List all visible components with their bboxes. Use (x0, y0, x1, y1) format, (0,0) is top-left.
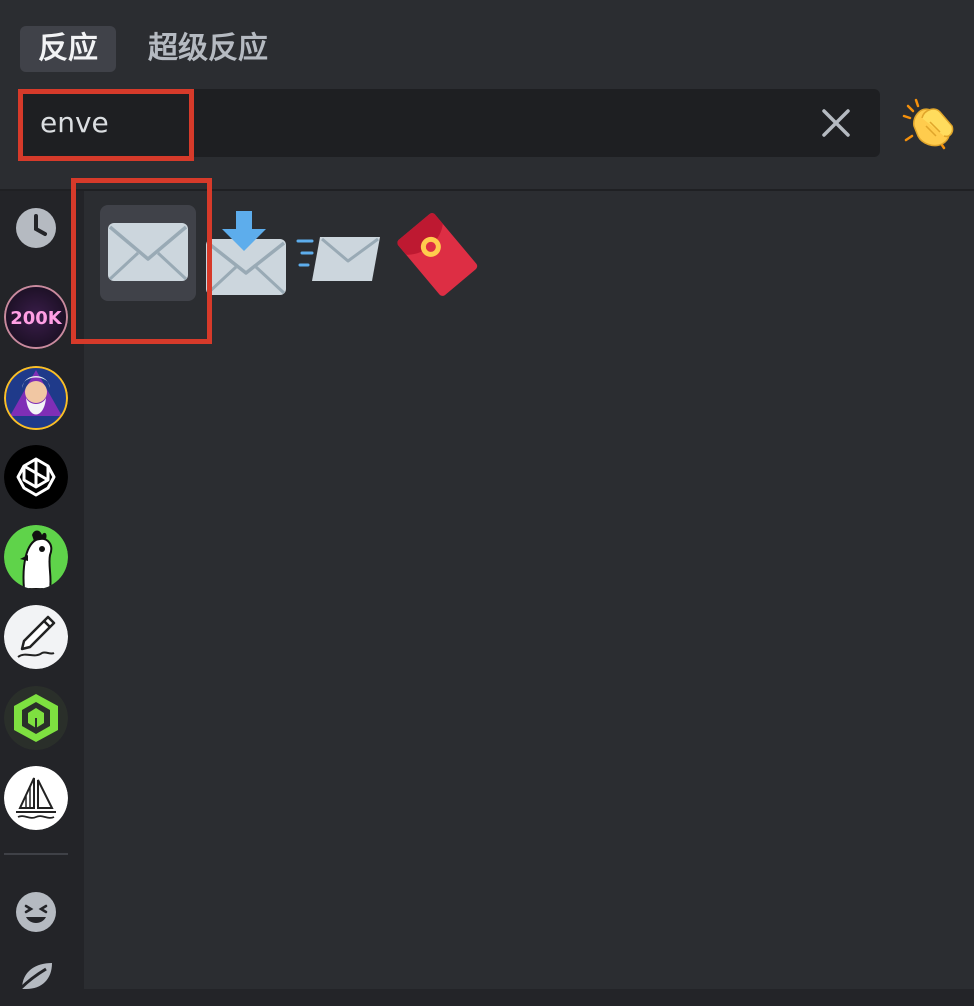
smiley-face-icon (16, 892, 56, 932)
category-server-200k[interactable]: 200K (4, 285, 68, 349)
emoji-red-envelope[interactable] (388, 205, 484, 301)
leaf-icon (18, 963, 52, 989)
grid-bottom-edge (84, 989, 974, 1006)
server-200k-icon: 200K (4, 285, 68, 349)
sidebar-separator (4, 853, 68, 855)
openai-logo-icon (4, 445, 68, 509)
category-sidebar: 200K (0, 191, 84, 1006)
wizard-avatar-icon (4, 366, 68, 430)
envelope-icon (108, 223, 188, 281)
clock-icon (16, 208, 56, 248)
sailboat-avatar-icon (4, 766, 68, 830)
category-people[interactable] (14, 890, 58, 934)
category-server-wizard[interactable] (4, 366, 68, 430)
close-icon (822, 109, 850, 137)
server-200k-badge: 200K (10, 308, 63, 329)
envelope-arrow-icon (206, 211, 286, 295)
emoji-envelope-with-arrow[interactable] (196, 205, 292, 301)
clear-search-button[interactable] (816, 103, 856, 143)
search-input[interactable]: enve (20, 89, 880, 157)
category-server-sailboat[interactable] (4, 766, 68, 830)
category-server-cube[interactable] (4, 686, 68, 750)
red-envelope-icon (397, 213, 478, 296)
chicken-avatar-icon (4, 525, 68, 589)
pencil-avatar-icon (4, 605, 68, 669)
category-server-chicken[interactable] (4, 525, 68, 589)
tab-super-reactions[interactable]: 超级反应 (130, 26, 286, 72)
search-input-value[interactable]: enve (40, 89, 109, 157)
category-nature[interactable] (16, 959, 56, 989)
tab-reactions[interactable]: 反应 (20, 26, 116, 72)
category-server-pencil[interactable] (4, 605, 68, 669)
category-server-openai[interactable] (4, 445, 68, 509)
picker-header: 反应 超级反应 enve (0, 0, 974, 190)
cube-avatar-icon (4, 686, 68, 750)
category-recent[interactable] (12, 204, 60, 252)
emoji-results-grid (84, 191, 974, 989)
incoming-envelope-icon (296, 237, 380, 281)
emoji-envelope[interactable] (100, 205, 196, 301)
clapping-hands-icon (902, 98, 954, 150)
random-emoji-button[interactable] (900, 96, 956, 152)
emoji-incoming-envelope[interactable] (292, 205, 388, 301)
